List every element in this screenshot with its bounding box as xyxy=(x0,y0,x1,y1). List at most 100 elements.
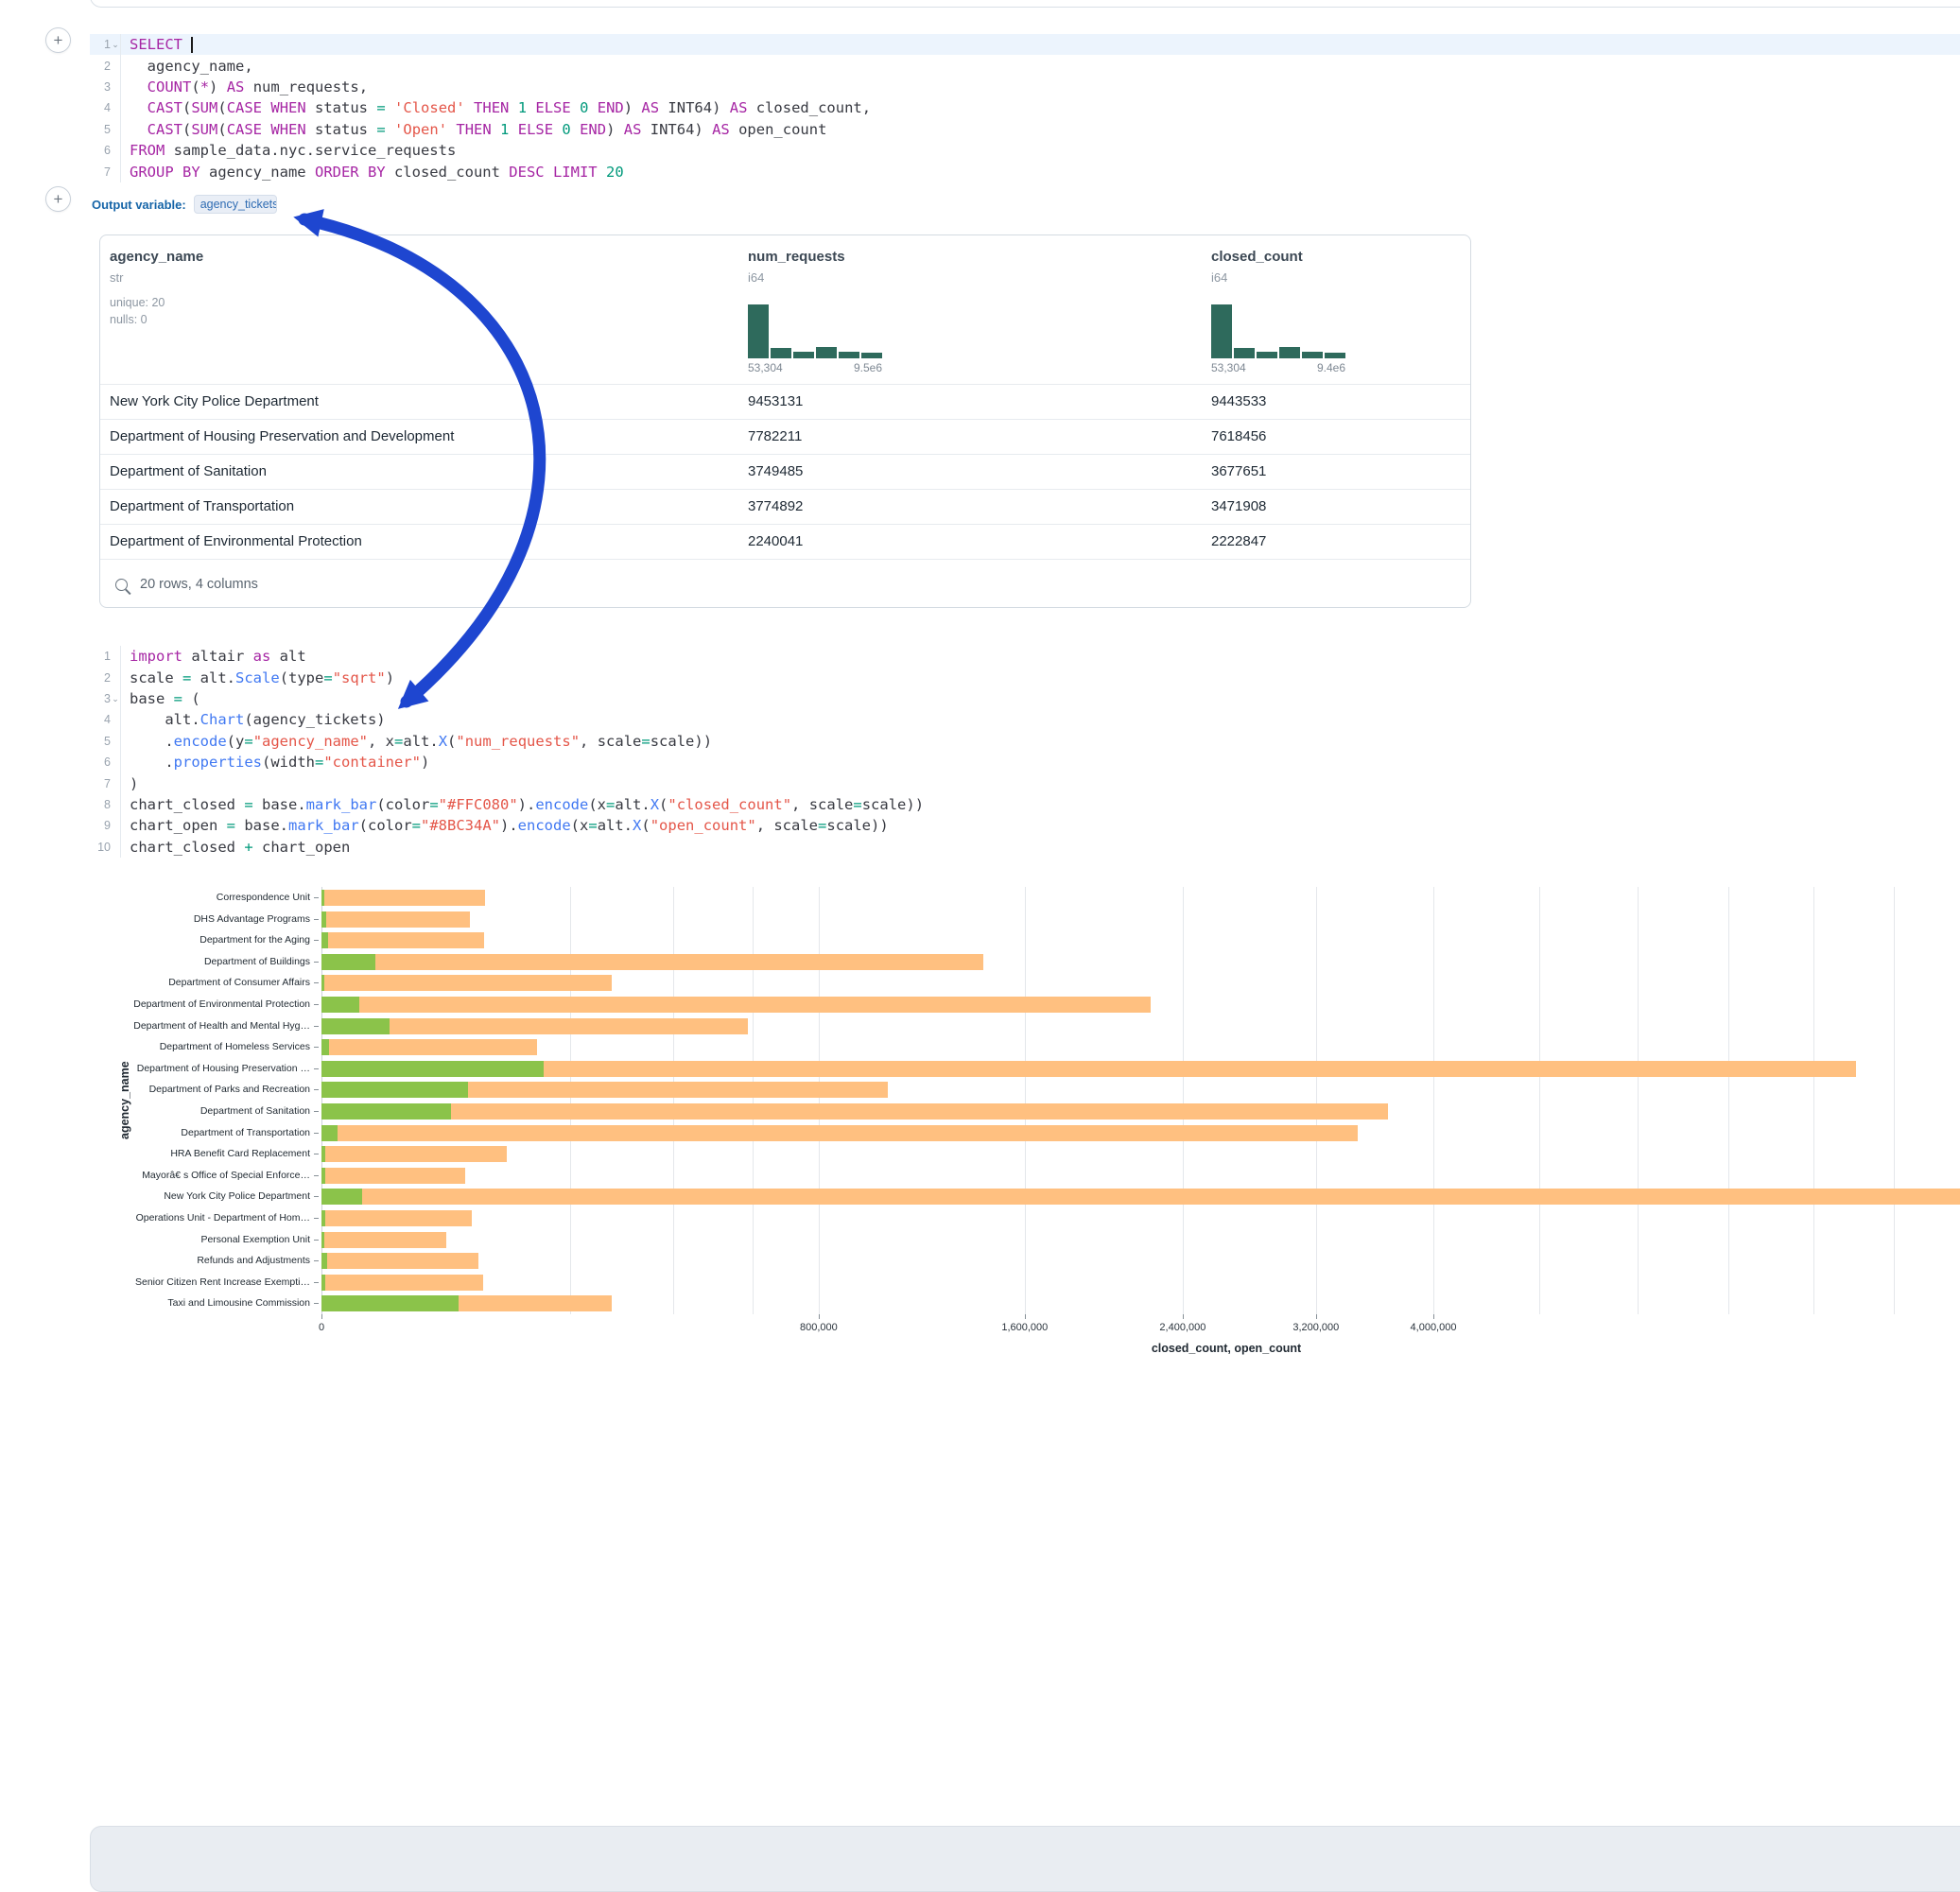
code-token xyxy=(182,36,191,53)
line-number-gutter: 4 xyxy=(90,97,121,118)
line-number: 7 xyxy=(90,165,111,179)
code-token: = xyxy=(376,121,385,138)
line-number-gutter: 9 xyxy=(90,815,121,836)
add-cell-button[interactable]: + xyxy=(45,27,71,53)
output-variable-chip[interactable]: agency_tickets xyxy=(194,195,277,214)
gridline xyxy=(1728,887,1729,1314)
histogram-min-label: 53,304 xyxy=(748,361,783,374)
bar-open xyxy=(321,997,359,1013)
code-token xyxy=(527,99,535,116)
output-variable-label: Output variable: xyxy=(92,198,186,212)
code-token: encode xyxy=(174,733,227,750)
line-number: 5 xyxy=(90,735,111,748)
code-token: ( xyxy=(217,99,226,116)
python-cell-editor[interactable]: 1import altair as alt2scale = alt.Scale(… xyxy=(90,646,1960,858)
bar-open xyxy=(321,1232,324,1248)
code-line[interactable]: 10 chart_closed + chart_open xyxy=(90,837,1960,858)
code-token: 'Closed' xyxy=(394,99,465,116)
x-tick xyxy=(321,1314,322,1319)
y-axis-label: Taxi and Limousine Commission xyxy=(90,1297,310,1309)
code-token: . xyxy=(130,754,174,771)
code-line[interactable]: 9chart_open = base.mark_bar(color="#8BC3… xyxy=(90,815,1960,836)
code-token xyxy=(262,99,270,116)
bar-open xyxy=(321,1103,451,1120)
y-tick xyxy=(314,1133,319,1134)
code-line[interactable]: 2scale = alt.Scale(type="sqrt") xyxy=(90,667,1960,687)
code-token: 'Open' xyxy=(394,121,447,138)
code-token xyxy=(386,99,394,116)
table-cell: Department of Housing Preservation and D… xyxy=(110,420,454,454)
code-token: "open_count" xyxy=(650,817,756,834)
table-footer: 20 rows, 4 columns xyxy=(100,559,1470,608)
line-number: 10 xyxy=(90,841,111,854)
code-token: * xyxy=(200,78,209,95)
code-token: AS xyxy=(730,99,748,116)
gridline xyxy=(1638,887,1639,1314)
histogram-bar xyxy=(748,304,769,358)
bar-open xyxy=(321,975,324,991)
code-line[interactable]: 2 agency_name, xyxy=(90,55,1960,76)
column-meta: nulls: 0 xyxy=(110,313,147,326)
x-tick xyxy=(1025,1314,1026,1319)
code-token: (color xyxy=(359,817,412,834)
code-line[interactable]: 6FROM sample_data.nyc.service_requests xyxy=(90,140,1960,161)
y-axis-label: Department of Housing Preservation … xyxy=(90,1063,310,1074)
code-content: chart_closed = base.mark_bar(color="#FFC… xyxy=(121,794,924,815)
code-line[interactable]: 8chart_closed = base.mark_bar(color="#FF… xyxy=(90,794,1960,815)
code-token: INT64) xyxy=(659,99,730,116)
y-tick xyxy=(314,1240,319,1241)
code-line[interactable]: 6 .properties(width="container") xyxy=(90,752,1960,772)
code-token: 0 xyxy=(562,121,570,138)
code-token: alt. xyxy=(191,669,235,686)
y-axis-label: Department for the Aging xyxy=(90,934,310,946)
code-token xyxy=(598,164,606,181)
code-token xyxy=(386,121,394,138)
bar-closed xyxy=(321,1146,507,1162)
fold-chevron-icon[interactable]: ⌄ xyxy=(111,40,120,49)
code-line[interactable]: 7) xyxy=(90,772,1960,793)
code-content: ) xyxy=(121,772,138,793)
code-token: alt. xyxy=(615,796,650,813)
table-cell: 3749485 xyxy=(748,455,803,489)
column-header[interactable]: closed_count xyxy=(1211,249,1303,265)
x-tick-label: 800,000 xyxy=(800,1322,838,1333)
code-line[interactable]: 4 CAST(SUM(CASE WHEN status = 'Closed' T… xyxy=(90,97,1960,118)
column-header[interactable]: agency_name xyxy=(110,249,203,265)
bar-open xyxy=(321,954,375,970)
code-token: ). xyxy=(518,796,536,813)
code-line[interactable]: 7GROUP BY agency_name ORDER BY closed_co… xyxy=(90,161,1960,182)
y-axis-label: Department of Buildings xyxy=(90,956,310,967)
code-line[interactable]: 4 alt.Chart(agency_tickets) xyxy=(90,709,1960,730)
code-line[interactable]: 3⌄base = ( xyxy=(90,688,1960,709)
histogram-bar xyxy=(1257,352,1277,358)
code-token xyxy=(509,99,517,116)
search-icon[interactable] xyxy=(115,579,128,591)
code-line[interactable]: 5 CAST(SUM(CASE WHEN status = 'Open' THE… xyxy=(90,119,1960,140)
code-token: base. xyxy=(235,817,288,834)
code-token: (width xyxy=(262,754,315,771)
code-token: chart_closed xyxy=(130,839,244,856)
bar-open xyxy=(321,1189,362,1205)
line-number: 6 xyxy=(90,755,111,769)
table-cell: Department of Environmental Protection xyxy=(110,525,362,559)
bar-closed xyxy=(321,890,485,906)
code-content: alt.Chart(agency_tickets) xyxy=(121,709,386,730)
code-line[interactable]: 1import altair as alt xyxy=(90,646,1960,667)
results-table-card: agency_namestrunique: 20nulls: 0num_requ… xyxy=(99,234,1471,608)
code-line[interactable]: 5 .encode(y="agency_name", x=alt.X("num_… xyxy=(90,731,1960,752)
add-cell-button[interactable]: + xyxy=(45,186,71,212)
code-token: SUM xyxy=(191,99,217,116)
table-cell: 2240041 xyxy=(748,525,803,559)
code-line[interactable]: 3 COUNT(*) AS num_requests, xyxy=(90,77,1960,97)
fold-chevron-icon[interactable]: ⌄ xyxy=(111,694,120,703)
code-token: encode xyxy=(518,817,571,834)
x-tick-label: 3,200,000 xyxy=(1292,1322,1339,1333)
code-content: chart_closed + chart_open xyxy=(121,837,350,858)
y-tick xyxy=(314,940,319,941)
column-header[interactable]: num_requests xyxy=(748,249,845,265)
code-token: alt. xyxy=(598,817,633,834)
sql-cell-editor[interactable]: 1⌄SELECT 2 agency_name,3 COUNT(*) AS num… xyxy=(90,34,1960,182)
code-token: AS xyxy=(227,78,245,95)
code-line[interactable]: 1⌄SELECT xyxy=(90,34,1960,55)
histogram-bar xyxy=(1325,353,1345,358)
